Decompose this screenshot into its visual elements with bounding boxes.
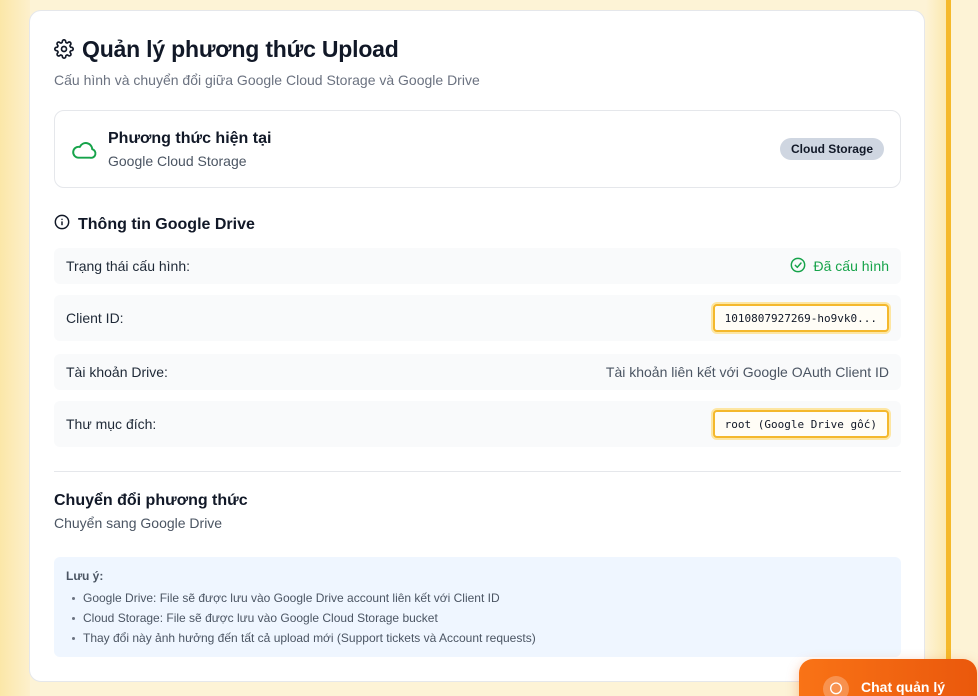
note-item: Cloud Storage: File sẽ được lưu vào Goog… bbox=[66, 608, 889, 628]
chat-label: Chat quản lý bbox=[861, 679, 946, 695]
current-method-title: Phương thức hiện tại bbox=[108, 130, 272, 147]
note-item: Thay đổi này ảnh hưởng đến tất cả upload… bbox=[66, 628, 889, 648]
cloud-icon bbox=[71, 138, 97, 160]
client-id-label: Client ID: bbox=[66, 310, 124, 326]
status-text: Đã cấu hình bbox=[813, 258, 890, 274]
note-item: Google Drive: File sẽ được lưu vào Googl… bbox=[66, 588, 889, 608]
status-row: Trạng thái cấu hình: Đã cấu hình bbox=[54, 248, 901, 284]
title-row: Quản lý phương thức Upload bbox=[54, 35, 900, 63]
folder-label: Thư mục đích: bbox=[66, 416, 157, 432]
account-label: Tài khoản Drive: bbox=[66, 364, 168, 380]
current-method-box: Phương thức hiện tại Google Cloud Storag… bbox=[54, 110, 901, 188]
current-method-badge: Cloud Storage bbox=[779, 138, 884, 160]
client-id-row: Client ID: 1010807927269-ho9vk0... bbox=[54, 295, 901, 341]
upload-method-card: Quản lý phương thức Upload Cấu hình và c… bbox=[29, 10, 925, 682]
check-circle-icon bbox=[790, 257, 806, 276]
status-label: Trạng thái cấu hình: bbox=[66, 258, 191, 274]
chat-admin-button[interactable]: Chat quản lý bbox=[799, 659, 977, 696]
client-id-value: 1010807927269-ho9vk0... bbox=[712, 304, 889, 332]
section-divider bbox=[54, 471, 901, 472]
right-accent-rail bbox=[946, 0, 951, 696]
account-row: Tài khoản Drive: Tài khoản liên kết với … bbox=[54, 354, 901, 390]
background-right-glow bbox=[926, 0, 946, 696]
chat-icon bbox=[823, 676, 849, 696]
folder-row: Thư mục đích: root (Google Drive gốc) bbox=[54, 401, 901, 447]
folder-value: root (Google Drive gốc) bbox=[712, 410, 889, 438]
status-value: Đã cấu hình bbox=[790, 257, 890, 276]
drive-info-heading: Thông tin Google Drive bbox=[54, 214, 255, 235]
note-title: Lưu ý: bbox=[66, 569, 104, 583]
switch-title: Chuyển đổi phương thức bbox=[54, 492, 248, 509]
gear-icon bbox=[54, 39, 74, 59]
card-header: Quản lý phương thức Upload Cấu hình và c… bbox=[54, 35, 900, 89]
page-subtitle: Cấu hình và chuyển đổi giữa Google Cloud… bbox=[54, 72, 480, 88]
background-left bbox=[0, 0, 30, 696]
switch-subtitle: Chuyển sang Google Drive bbox=[54, 515, 223, 531]
note-list: Google Drive: File sẽ được lưu vào Googl… bbox=[66, 588, 889, 648]
note-box: Lưu ý: Google Drive: File sẽ được lưu và… bbox=[54, 557, 901, 657]
info-icon bbox=[54, 214, 70, 235]
drive-info-title: Thông tin Google Drive bbox=[78, 215, 255, 233]
current-method-value: Google Cloud Storage bbox=[108, 153, 247, 169]
account-value: Tài khoản liên kết với Google OAuth Clie… bbox=[605, 364, 889, 380]
page-title: Quản lý phương thức Upload bbox=[82, 35, 399, 62]
